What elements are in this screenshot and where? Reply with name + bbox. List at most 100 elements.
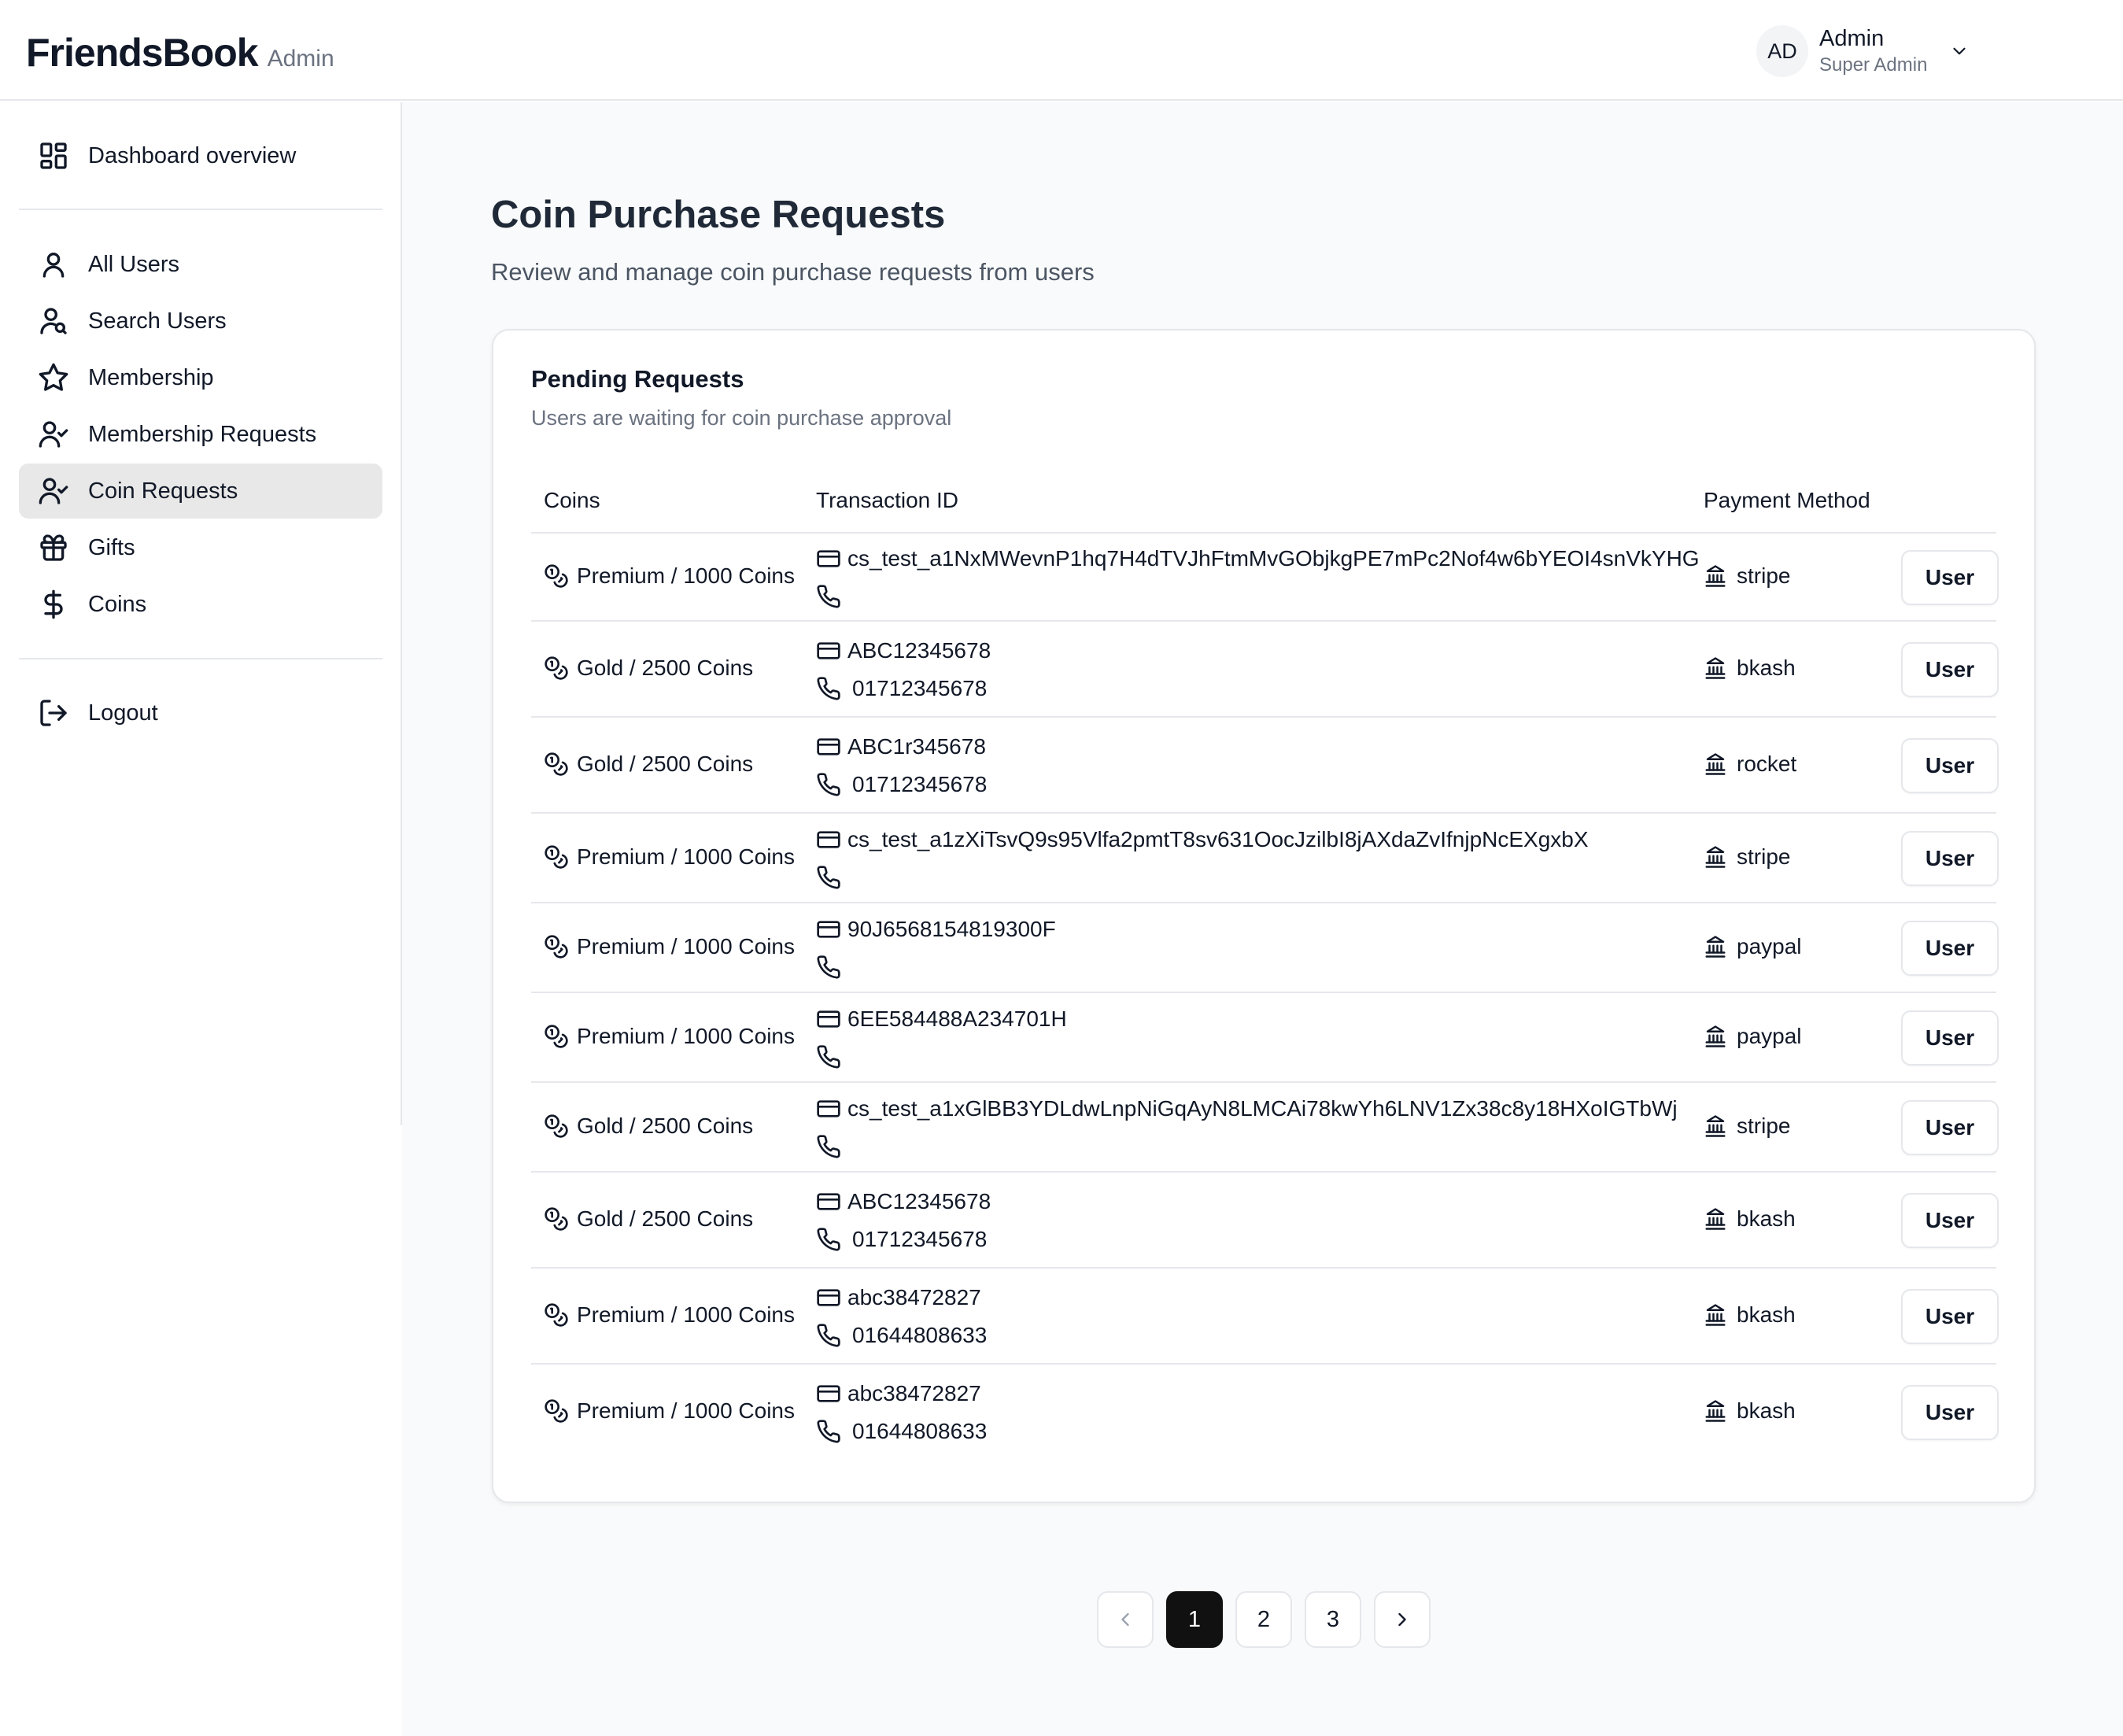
phone-icon: [817, 585, 840, 608]
table-row: Gold / 2500 Coins cs_test_a1xGlBB3YDLdwLn…: [531, 1083, 1999, 1173]
phone-icon: [817, 677, 840, 700]
coins-value: Premium / 1000 Coins: [577, 1302, 796, 1327]
pending-requests-card: Pending Requests Users are waiting for c…: [492, 329, 2036, 1503]
sidebar-item-gifts[interactable]: Gifts: [19, 520, 382, 575]
user-icon: [42, 253, 65, 278]
transaction-cell: ABC12345678 01712345678: [816, 637, 991, 703]
sidebar-item-label: Dashboard overview: [88, 142, 297, 168]
sidebar-divider: [19, 209, 382, 210]
phone-icon: [817, 773, 840, 796]
sidebar-item-logout[interactable]: Logout: [19, 685, 382, 741]
transaction-id: abc38472827: [847, 1381, 981, 1405]
phone-line: [816, 953, 1056, 981]
coins-icon: [545, 935, 568, 958]
view-user-button[interactable]: User: [1901, 642, 1999, 697]
phone-icon: [817, 1420, 840, 1443]
coins-icon: [545, 1207, 568, 1231]
phone-line: 01712345678: [816, 1225, 991, 1254]
credit-card-icon: [817, 738, 840, 755]
previous-page-button[interactable]: [1097, 1591, 1154, 1648]
bank-icon: [1705, 1115, 1726, 1137]
view-user-button[interactable]: User: [1901, 831, 1999, 886]
sidebar-item-coin-requests[interactable]: Coin Requests: [19, 464, 382, 519]
sidebar-item-label: Coin Requests: [88, 478, 238, 504]
coins-cell: Premium / 1000 Coins: [544, 844, 795, 870]
sidebar-item-coins[interactable]: Coins: [19, 577, 382, 632]
brand-logo[interactable]: FriendsBook Admin: [26, 30, 334, 76]
phone-line: 01644808633: [816, 1417, 987, 1446]
transaction-id: ABC1r345678: [847, 734, 986, 759]
payment-method: rocket: [1737, 752, 1797, 776]
coins-icon: [545, 564, 568, 588]
coins-cell: Gold / 2500 Coins: [544, 656, 753, 681]
sidebar-item-dashboard[interactable]: Dashboard overview: [19, 128, 382, 183]
sidebar-item-label: Membership: [88, 364, 214, 390]
table-row: Gold / 2500 Coins ABC12345678 01712345678 b…: [531, 622, 1999, 718]
credit-card-icon: [817, 1010, 840, 1028]
page-button-3[interactable]: 3: [1305, 1591, 1361, 1648]
credit-card-icon: [817, 1100, 840, 1117]
table-row: Premium / 1000 Coins cs_test_a1NxMWevnP1h…: [531, 534, 1999, 622]
table-row: Premium / 1000 Coins abc38472827 016448086…: [531, 1269, 1999, 1365]
next-page-button[interactable]: [1374, 1591, 1431, 1648]
sidebar-item-all-users[interactable]: All Users: [19, 237, 382, 292]
transaction-id: cs_test_a1xGlBB3YDLdwLnpNiGqAyN8LMCAi78k…: [847, 1096, 1678, 1121]
page-title: Coin Purchase Requests: [491, 194, 946, 236]
view-user-button[interactable]: User: [1901, 1100, 1999, 1155]
coins-value: Gold / 2500 Coins: [577, 752, 754, 776]
transaction-id-line: ABC1r345678: [816, 733, 987, 761]
page-button-2[interactable]: 2: [1235, 1591, 1292, 1648]
table-row: Premium / 1000 Coins abc38472827 016448086…: [531, 1365, 1999, 1461]
avatar: AD: [1756, 25, 1808, 77]
bank-icon: [1705, 1304, 1726, 1326]
coins-cell: Gold / 2500 Coins: [544, 1114, 753, 1139]
sidebar-item-membership[interactable]: Membership: [19, 350, 382, 405]
view-user-button[interactable]: User: [1901, 550, 1999, 605]
chevron-down-icon[interactable]: [1949, 41, 1970, 61]
table-row: Gold / 2500 Coins ABC12345678 01712345678 b…: [531, 1173, 1999, 1269]
dashboard-icon: [40, 142, 67, 169]
view-user-button[interactable]: User: [1901, 1289, 1999, 1344]
credit-card-icon: [817, 921, 840, 938]
payment-method: bkash: [1737, 1206, 1796, 1231]
coins-value: Premium / 1000 Coins: [577, 1024, 796, 1048]
coins-cell: Premium / 1000 Coins: [544, 934, 795, 959]
transaction-id-line: cs_test_a1zXiTsvQ9s95Vlfa2pmtT8sv631OocJ…: [816, 826, 1589, 854]
view-user-button[interactable]: User: [1901, 738, 1999, 793]
coins-value: Gold / 2500 Coins: [577, 1114, 754, 1138]
phone-number: 01712345678: [852, 1227, 988, 1251]
bank-icon: [1705, 846, 1726, 868]
transaction-id: ABC12345678: [847, 638, 991, 663]
page-button-1[interactable]: 1: [1166, 1591, 1223, 1648]
coins-value: Gold / 2500 Coins: [577, 656, 754, 680]
column-header-payment-method: Payment Method: [1704, 488, 1870, 512]
view-user-button[interactable]: User: [1901, 921, 1999, 976]
coins-cell: Premium / 1000 Coins: [544, 1302, 795, 1328]
phone-number: 01712345678: [852, 772, 988, 796]
view-user-button[interactable]: User: [1901, 1193, 1999, 1248]
sidebar-item-search-users[interactable]: Search Users: [19, 294, 382, 349]
card-title: Pending Requests: [531, 365, 744, 393]
payment-method: stripe: [1737, 844, 1791, 869]
gift-icon: [40, 534, 67, 561]
pagination: 1 2 3: [1097, 1591, 1431, 1648]
transaction-id-line: cs_test_a1NxMWevnP1hq7H4dTVJhFtmMvGObjkg…: [816, 545, 1700, 573]
phone-line: 01712345678: [816, 770, 987, 799]
user-menu[interactable]: AD Admin Super Admin: [1756, 24, 1970, 79]
bank-icon: [1705, 1208, 1726, 1230]
star-icon: [39, 363, 68, 391]
coins-icon: [545, 845, 568, 869]
coins-icon: [545, 1303, 568, 1327]
bank-icon: [1705, 936, 1726, 958]
user-info: Admin Super Admin: [1819, 24, 1927, 78]
view-user-button[interactable]: User: [1901, 1385, 1999, 1440]
credit-card-icon: [817, 550, 840, 567]
coins-icon: [545, 752, 568, 776]
payment-method: bkash: [1737, 656, 1796, 680]
sidebar-item-membership-requests[interactable]: Membership Requests: [19, 407, 382, 462]
view-user-button[interactable]: User: [1901, 1010, 1999, 1066]
top-header: FriendsBook Admin AD Admin Super Admin: [0, 0, 2123, 101]
coins-cell: Premium / 1000 Coins: [544, 1024, 795, 1049]
payment-method-cell: bkash: [1704, 1302, 1796, 1328]
transaction-id: ABC12345678: [847, 1189, 991, 1213]
